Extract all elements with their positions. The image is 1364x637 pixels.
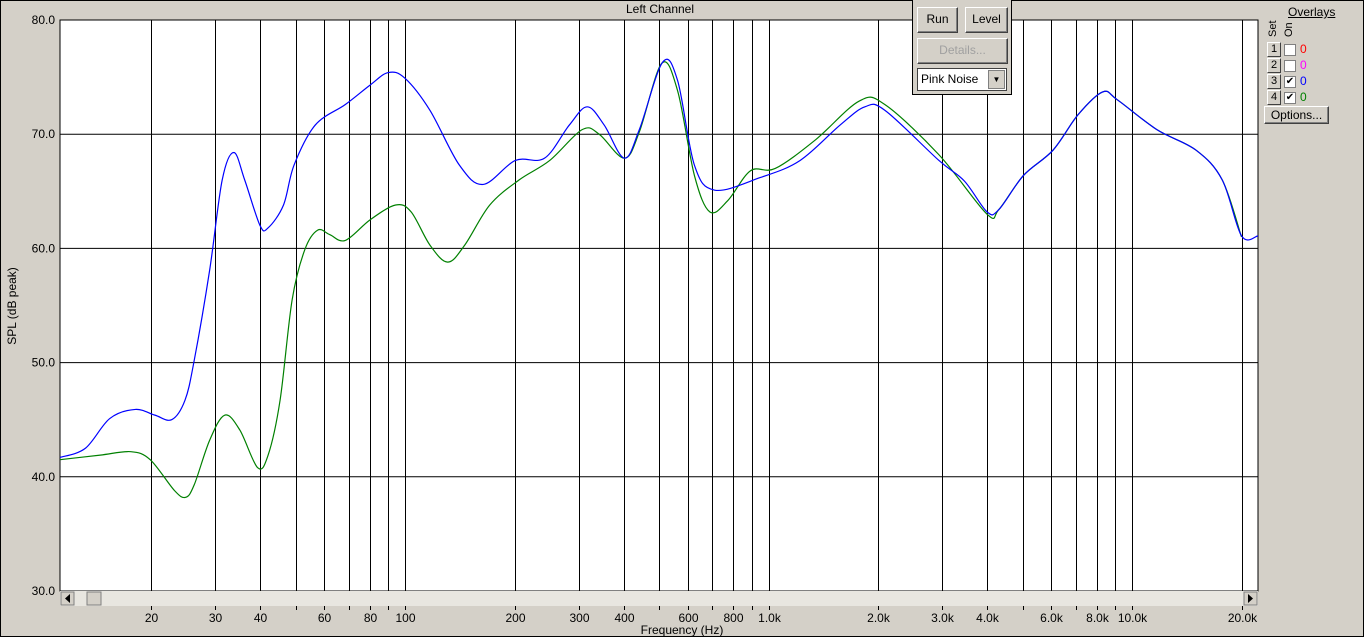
- overlay-2-checkbox[interactable]: [1284, 60, 1296, 72]
- x-tick-label: 400: [614, 611, 634, 625]
- x-tick-label: 30: [209, 611, 223, 625]
- x-tick-label: 100: [395, 611, 415, 625]
- overlay-set-1-button[interactable]: 1: [1267, 42, 1281, 57]
- horizontal-scrollbar[interactable]: [60, 591, 1258, 606]
- overlay-options-button[interactable]: Options...: [1264, 106, 1329, 124]
- scroll-thumb[interactable]: [86, 591, 102, 606]
- x-tick-label: 1.0k: [758, 611, 782, 625]
- x-axis-label: Frequency (Hz): [641, 623, 724, 637]
- x-tick-label: 80: [364, 611, 378, 625]
- overlay-2-value: 0: [1300, 58, 1307, 72]
- x-tick-label: 20: [145, 611, 159, 625]
- run-button[interactable]: Run: [917, 7, 958, 33]
- x-tick-label: 6.0k: [1040, 611, 1064, 625]
- control-panel: Run Level Details... Pink Noise ▼: [912, 0, 1012, 95]
- y-tick-label: 50.0: [32, 356, 56, 370]
- y-axis-label: SPL (dB peak): [5, 267, 19, 345]
- overlay-3-value: 0: [1300, 74, 1307, 88]
- x-tick-label: 40: [254, 611, 268, 625]
- set-column-label: Set: [1267, 20, 1279, 37]
- x-tick-label: 60: [318, 611, 332, 625]
- overlays-title: Overlays: [1288, 5, 1336, 19]
- x-tick-label: 8.0k: [1086, 611, 1110, 625]
- frequency-response-chart: Left Channel Frequency (Hz) SPL (dB peak…: [5, 2, 1259, 637]
- x-tick-label: 600: [678, 611, 698, 625]
- x-tick-label: 3.0k: [931, 611, 955, 625]
- chart-title: Left Channel: [626, 2, 694, 16]
- source-select[interactable]: Pink Noise ▼: [917, 68, 1007, 91]
- source-select-value: Pink Noise: [921, 72, 979, 86]
- y-tick-label: 70.0: [32, 127, 56, 141]
- x-tick-label: 10.0k: [1118, 611, 1148, 625]
- x-tick-label: 20.0k: [1228, 611, 1258, 625]
- x-tick-label: 300: [569, 611, 589, 625]
- details-button[interactable]: Details...: [917, 38, 1008, 64]
- x-tick-label: 200: [505, 611, 525, 625]
- y-tick-label: 60.0: [32, 241, 56, 255]
- x-tick-label: 4.0k: [976, 611, 1000, 625]
- overlay-set-2-button[interactable]: 2: [1267, 58, 1281, 73]
- overlay-4-checkbox[interactable]: ✔: [1284, 92, 1296, 104]
- overlay-1-value: 0: [1300, 42, 1307, 56]
- chevron-down-icon[interactable]: ▼: [988, 70, 1005, 89]
- overlay-4-value: 0: [1300, 90, 1307, 104]
- on-column-label: On: [1283, 22, 1295, 37]
- y-tick-label: 80.0: [32, 13, 56, 27]
- overlay-set-4-button[interactable]: 4: [1267, 90, 1281, 105]
- level-button[interactable]: Level: [965, 7, 1008, 33]
- y-tick-label: 40.0: [32, 470, 56, 484]
- overlay-1-checkbox[interactable]: [1284, 44, 1296, 56]
- overlay-3-checkbox[interactable]: ✔: [1284, 76, 1296, 88]
- x-tick-label: 2.0k: [867, 611, 891, 625]
- x-tick-label: 800: [723, 611, 743, 625]
- overlay-set-3-button[interactable]: 3: [1267, 74, 1281, 89]
- y-tick-label: 30.0: [32, 584, 56, 598]
